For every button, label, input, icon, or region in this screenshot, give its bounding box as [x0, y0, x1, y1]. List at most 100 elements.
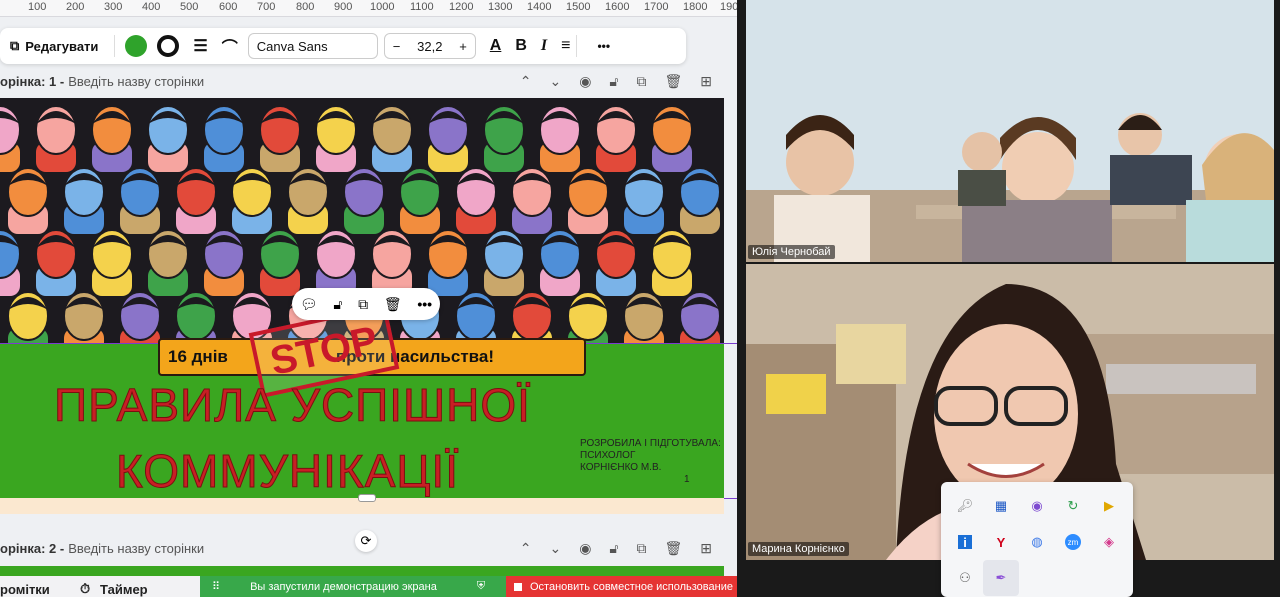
slide-title-line2[interactable]: КОММУНІКАЦІЇ: [116, 444, 459, 498]
info-icon[interactable]: i: [958, 535, 972, 550]
font-family-select[interactable]: Canva Sans: [247, 33, 378, 59]
comment-icon[interactable]: 💬︎: [300, 296, 318, 313]
page-name-input[interactable]: Введіть назву сторінки: [68, 541, 204, 556]
ruler-tick: 600: [219, 1, 238, 13]
viber-icon[interactable]: ◉: [1019, 488, 1055, 524]
add-page-icon[interactable]: ⊞: [700, 540, 712, 557]
ruler-tick: 1100: [410, 1, 434, 13]
slide-page-number: 1: [684, 474, 690, 485]
bold-button[interactable]: B: [515, 37, 527, 55]
chevron-up-icon[interactable]: ⌃: [520, 73, 532, 90]
network-icon[interactable]: ▦: [983, 488, 1019, 524]
page-controls: ⌃ ⌄ ◉ 🔓︎ ⧉ 🗑︎ ⊞: [520, 540, 712, 557]
page-header-1: орінка: 1 - Введіть назву сторінки ⌃ ⌄ ◉…: [0, 68, 730, 94]
hide-icon[interactable]: ◉: [579, 73, 591, 90]
duplicate-icon[interactable]: ⧉: [358, 296, 368, 313]
ruler-tick: 1300: [488, 1, 513, 13]
lock-icon[interactable]: 🔓︎: [609, 73, 618, 90]
page-name-input[interactable]: Введіть назву сторінки: [68, 74, 204, 89]
slide-title-line1[interactable]: ПРАВИЛА УСПІШНОЇ: [54, 378, 531, 432]
participant-name: Юлія Чернобай: [748, 245, 835, 259]
shapes-icon: ⧉: [10, 38, 20, 53]
ruler-tick: 200: [66, 1, 85, 13]
lock-icon[interactable]: 🔓︎: [333, 296, 342, 313]
increase-size-button[interactable]: +: [459, 39, 467, 54]
edit-button[interactable]: ⧉ Редагувати: [0, 38, 108, 54]
share-handle-icon[interactable]: ⠿: [212, 580, 220, 593]
italic-button[interactable]: I: [541, 37, 547, 55]
trash-icon[interactable]: 🗑︎: [664, 73, 682, 90]
more-icon[interactable]: •••: [417, 296, 432, 312]
shield-icon: ⛨: [476, 580, 486, 592]
yandex-icon[interactable]: Y: [983, 524, 1019, 560]
page-title: орінка: 1 -: [0, 73, 65, 89]
page-title: орінка: 2 -: [0, 540, 65, 556]
classroom-video: [746, 0, 1274, 262]
ruler-tick: 900: [334, 1, 353, 13]
font-family-value: Canva Sans: [256, 38, 328, 54]
chevron-up-icon[interactable]: ⌃: [520, 540, 532, 557]
screen-share-status: ⠿ Вы запустили демонстрацию экрана ⛨: [200, 576, 506, 597]
chevron-down-icon[interactable]: ⌄: [549, 540, 561, 557]
ruler-tick: 1800: [683, 1, 708, 13]
feather-icon[interactable]: ✒: [983, 560, 1019, 596]
media-icon[interactable]: ▶: [1091, 488, 1127, 524]
duplicate-icon[interactable]: ⧉: [636, 73, 646, 90]
ruler-tick: 1200: [449, 1, 474, 13]
align-icon[interactable]: ≡: [561, 37, 570, 55]
border-style-icon[interactable]: ☰: [193, 36, 207, 56]
hide-icon[interactable]: ◉: [579, 540, 591, 557]
trash-icon[interactable]: 🗑︎: [384, 296, 402, 313]
sync-icon[interactable]: ↻: [1055, 488, 1091, 524]
ruler: 100 200 300 400 500 600 700 800 900 1000…: [0, 0, 737, 17]
stop-sharing-label: Остановить совместное использование: [530, 580, 733, 593]
participant-name: Марина Корнієнко: [748, 542, 849, 556]
author-line: КОРНІЄНКО М.В.: [580, 462, 662, 473]
fill-color-swatch[interactable]: [125, 35, 148, 57]
zoom-icon[interactable]: zm: [1065, 534, 1081, 550]
page-controls: ⌃ ⌄ ◉ 🔓︎ ⧉ 🗑︎ ⊞: [520, 73, 712, 90]
stop-sharing-button[interactable]: Остановить совместное использование: [506, 576, 737, 597]
font-size-value[interactable]: 32,2: [417, 39, 442, 54]
timer-icon[interactable]: ⏱: [80, 581, 90, 597]
ruler-tick: 700: [257, 1, 276, 13]
corner-rounding-icon[interactable]: ⌒: [222, 34, 238, 58]
decrease-size-button[interactable]: −: [393, 39, 401, 54]
text-color-icon[interactable]: A: [490, 37, 502, 55]
ruler-tick: 100: [28, 1, 47, 13]
banner-left-text: 16 днів: [168, 347, 228, 366]
ruler-tick: 1500: [566, 1, 591, 13]
border-color-icon[interactable]: [157, 35, 180, 57]
key-icon[interactable]: 🔑︎: [947, 488, 983, 524]
add-page-icon[interactable]: ⊞: [700, 73, 712, 90]
more-options-button[interactable]: •••: [597, 39, 610, 53]
font-size-stepper[interactable]: − 32,2 +: [383, 33, 476, 59]
divider: [576, 35, 578, 57]
notes-button[interactable]: ромітки: [0, 582, 50, 597]
text-toolbar: ⧉ Редагувати ☰ ⌒ Canva Sans − 32,2 + A B…: [0, 28, 686, 64]
trash-icon[interactable]: 🗑︎: [664, 540, 682, 557]
page-header-2: орінка: 2 - Введіть назву сторінки ⌃ ⌄ ◉…: [0, 535, 730, 561]
duplicate-icon[interactable]: ⧉: [636, 540, 646, 557]
tray-item-icon[interactable]: ⚇: [947, 560, 983, 596]
ruler-tick: 500: [180, 1, 199, 13]
ruler-tick: 800: [296, 1, 315, 13]
resize-handle[interactable]: [358, 494, 376, 502]
app-icon[interactable]: ◈: [1091, 524, 1127, 560]
divider: [114, 35, 116, 57]
chevron-down-icon[interactable]: ⌄: [549, 73, 561, 90]
share-status-text: Вы запустили демонстрацию экрана: [250, 580, 437, 593]
ruler-tick: 400: [142, 1, 161, 13]
lock-icon[interactable]: 🔓︎: [609, 540, 618, 557]
ruler-tick: 1600: [605, 1, 630, 13]
timer-button[interactable]: Таймер: [100, 582, 148, 597]
participant-video-1[interactable]: Юлія Чернобай: [746, 0, 1274, 262]
ruler-tick: 1000: [370, 1, 395, 13]
canva-editor: 100 200 300 400 500 600 700 800 900 1000…: [0, 0, 737, 597]
author-line: РОЗРОБИЛА І ПІДГОТУВАЛА:: [580, 438, 721, 449]
author-block[interactable]: РОЗРОБИЛА І ПІДГОТУВАЛА: ПСИХОЛОГ КОРНІЄ…: [580, 438, 721, 474]
edit-label: Редагувати: [25, 38, 99, 54]
stop-icon: [514, 582, 522, 591]
ruler-tick: 300: [104, 1, 123, 13]
chrome-icon[interactable]: ◍: [1019, 524, 1055, 560]
